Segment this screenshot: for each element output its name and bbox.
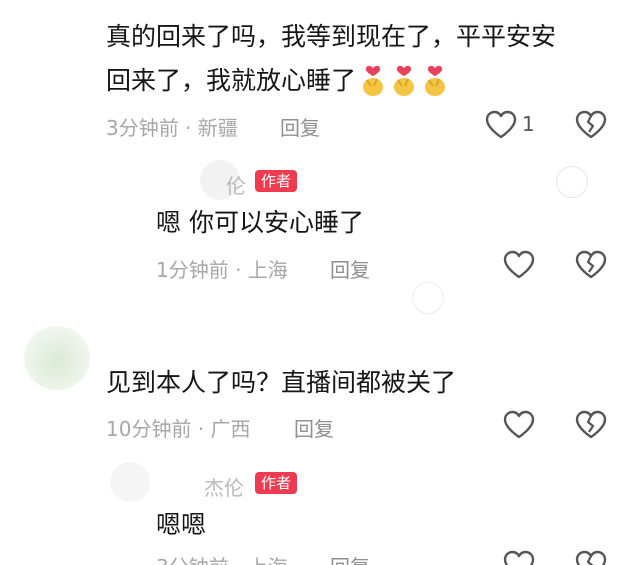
comment-text: 见到本人了吗？直播间都被关了 [106, 368, 457, 397]
dislike-button[interactable] [574, 410, 608, 440]
comment-time-location: 3分钟前 · 新疆 [106, 116, 238, 140]
comment-text-line2-text: 回来了，我就放心睡了 [106, 66, 357, 95]
author-badge: 作者 [255, 472, 298, 494]
comment-text: 嗯 你可以安心睡了 [156, 208, 364, 237]
finger-heart-icon [359, 64, 387, 98]
heart-icon [503, 250, 535, 279]
user-name[interactable]: 杰伦 [204, 472, 244, 501]
finger-heart-icon [390, 64, 418, 98]
comment-time-location: 1分钟前 · 上海 [156, 258, 288, 282]
broken-heart-icon [575, 250, 607, 279]
comment-time-location: 3分钟前 · 上海 [156, 551, 288, 565]
dislike-button[interactable] [574, 550, 608, 565]
like-count: 1 [522, 112, 535, 136]
decorative-circle [556, 166, 588, 198]
finger-heart-icon [421, 64, 449, 98]
heart-icon [485, 110, 517, 139]
dislike-button[interactable] [574, 250, 608, 280]
broken-heart-icon [575, 410, 607, 439]
dislike-button[interactable] [574, 110, 608, 140]
comment-text-line1: 真的回来了吗，我等到现在了，平平安安 [106, 22, 557, 51]
heart-icon [503, 410, 535, 439]
heart-icon [503, 550, 535, 565]
like-button[interactable] [484, 110, 518, 140]
comment-thread: 真的回来了吗，我等到现在了，平平安安 回来了，我就放心睡了 3分钟前 · 新疆 … [0, 0, 636, 565]
like-button[interactable] [502, 410, 536, 440]
comment-time-location: 10分钟前 · 广西 [106, 417, 251, 441]
reply-button[interactable]: 回复 [330, 254, 370, 283]
reply-button[interactable]: 回复 [294, 413, 334, 442]
reply-button[interactable]: 回复 [330, 551, 370, 565]
decorative-circle [412, 282, 444, 314]
like-button[interactable] [502, 550, 536, 565]
reply-button[interactable]: 回复 [280, 112, 320, 141]
like-button[interactable] [502, 250, 536, 280]
avatar[interactable] [24, 326, 90, 390]
broken-heart-icon [575, 110, 607, 139]
broken-heart-icon [575, 550, 607, 565]
user-name[interactable]: 伦 [226, 170, 246, 199]
comment-text-line2: 回来了，我就放心睡了 [106, 64, 449, 98]
avatar[interactable] [110, 462, 150, 502]
comment-text: 嗯嗯 [156, 510, 207, 539]
author-badge: 作者 [255, 170, 298, 192]
